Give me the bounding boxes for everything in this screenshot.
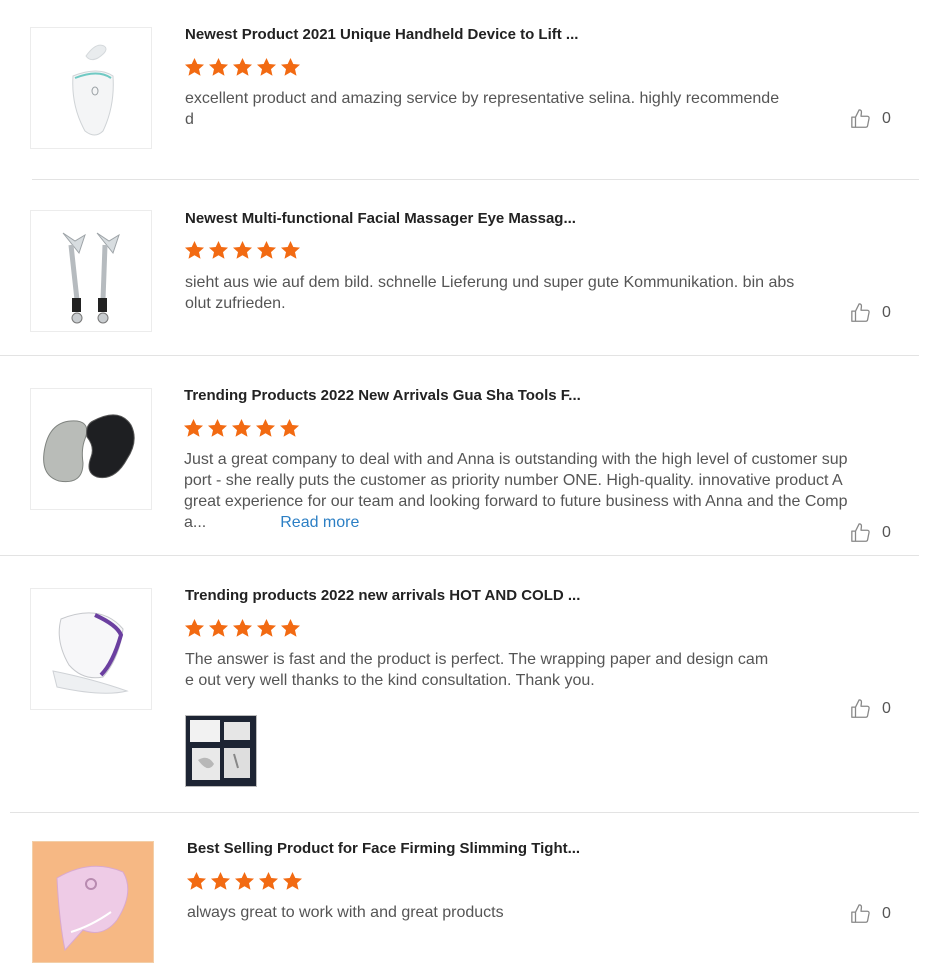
star-rating <box>184 618 304 638</box>
hot-cold-gua-sha-icon <box>31 589 151 709</box>
star-icon <box>210 871 231 891</box>
thumbs-up-icon <box>851 523 870 542</box>
packaging-photo-icon <box>186 716 256 786</box>
read-more-link[interactable]: Read more <box>280 514 359 531</box>
star-icon <box>256 618 277 638</box>
star-icon <box>280 240 301 260</box>
star-icon <box>258 871 279 891</box>
product-title[interactable]: Trending products 2022 new arrivals HOT … <box>185 587 580 604</box>
like-button[interactable]: 0 <box>850 903 891 925</box>
thumbs-up-icon <box>851 904 870 923</box>
star-icon <box>184 57 205 77</box>
review-text: excellent product and amazing service by… <box>185 90 780 128</box>
star-icon <box>186 871 207 891</box>
thumbs-up-icon <box>851 699 870 718</box>
product-thumbnail[interactable] <box>30 210 152 332</box>
star-icon <box>208 240 229 260</box>
star-icon <box>232 240 253 260</box>
star-icon <box>256 240 277 260</box>
like-button[interactable]: 0 <box>850 522 891 544</box>
star-icon <box>280 618 301 638</box>
review-text: Just a great company to deal with and An… <box>184 449 849 533</box>
divider <box>10 812 919 813</box>
star-rating <box>183 418 303 438</box>
like-button[interactable]: 0 <box>850 108 891 130</box>
product-title[interactable]: Trending Products 2022 New Arrivals Gua … <box>184 387 581 404</box>
star-icon <box>234 871 255 891</box>
product-title[interactable]: Newest Product 2021 Unique Handheld Devi… <box>185 26 578 43</box>
gua-sha-stones-icon <box>31 389 151 509</box>
star-icon <box>256 57 277 77</box>
star-rating <box>184 240 304 260</box>
product-title[interactable]: Newest Multi-functional Facial Massager … <box>185 210 576 227</box>
star-icon <box>208 57 229 77</box>
review-text: The answer is fast and the product is pe… <box>185 651 769 689</box>
star-icon <box>183 418 204 438</box>
facial-lift-device-icon <box>31 28 151 148</box>
divider <box>0 555 919 556</box>
like-count: 0 <box>882 524 891 541</box>
star-icon <box>232 57 253 77</box>
review-text: always great to work with and great prod… <box>187 904 504 921</box>
thumbs-up-icon <box>851 303 870 322</box>
star-icon <box>282 871 303 891</box>
star-icon <box>184 618 205 638</box>
star-icon <box>208 618 229 638</box>
thumbs-up-icon <box>851 109 870 128</box>
eye-massager-icon <box>31 211 151 331</box>
star-rating <box>186 871 306 891</box>
product-thumbnail[interactable] <box>30 588 152 710</box>
star-icon <box>255 418 276 438</box>
review-text: sieht aus wie auf dem bild. schnelle Lie… <box>185 274 795 312</box>
star-icon <box>232 618 253 638</box>
star-icon <box>207 418 228 438</box>
like-count: 0 <box>882 905 891 922</box>
like-count: 0 <box>882 304 891 321</box>
star-icon <box>280 57 301 77</box>
review-photo[interactable] <box>185 715 257 787</box>
star-icon <box>231 418 252 438</box>
like-button[interactable]: 0 <box>850 302 891 324</box>
star-rating <box>184 57 304 77</box>
product-thumbnail[interactable] <box>32 841 154 963</box>
star-icon <box>279 418 300 438</box>
divider <box>32 179 919 180</box>
product-thumbnail[interactable] <box>30 27 152 149</box>
like-count: 0 <box>882 110 891 127</box>
product-title[interactable]: Best Selling Product for Face Firming Sl… <box>187 840 580 857</box>
like-count: 0 <box>882 700 891 717</box>
product-thumbnail[interactable] <box>30 388 152 510</box>
pink-massager-icon <box>33 842 153 962</box>
star-icon <box>184 240 205 260</box>
divider <box>0 355 919 356</box>
like-button[interactable]: 0 <box>850 698 891 720</box>
